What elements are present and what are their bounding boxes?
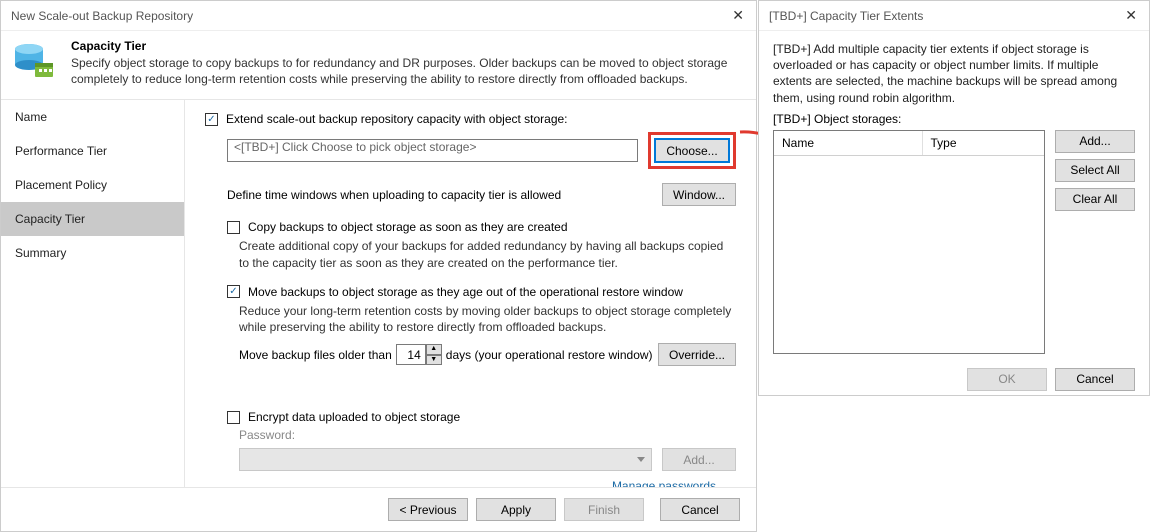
extents-dialog: [TBD+] Capacity Tier Extents ✕ [TBD+] Ad… xyxy=(758,0,1150,396)
extents-list[interactable]: Name Type xyxy=(773,130,1045,354)
move-checkbox-label: Move backups to object storage as they a… xyxy=(248,285,683,299)
move-description: Reduce your long-term retention costs by… xyxy=(239,303,736,335)
nav-item-performance-tier[interactable]: Performance Tier xyxy=(1,134,184,168)
window-button[interactable]: Window... xyxy=(662,183,736,206)
extents-close-icon[interactable]: ✕ xyxy=(1121,7,1141,24)
choose-button[interactable]: Choose... xyxy=(655,139,729,162)
wizard-header: Capacity Tier Specify object storage to … xyxy=(1,31,756,100)
extents-cancel-button[interactable]: Cancel xyxy=(1055,368,1135,391)
nav-item-capacity-tier[interactable]: Capacity Tier xyxy=(1,202,184,236)
nav-item-placement-policy[interactable]: Placement Policy xyxy=(1,168,184,202)
capacity-tier-icon xyxy=(13,39,57,83)
select-all-button[interactable]: Select All xyxy=(1055,159,1135,182)
copy-checkbox[interactable]: ✓ xyxy=(227,221,240,234)
wizard-footer: < Previous Apply Finish Cancel xyxy=(1,487,756,531)
extents-window-title: [TBD+] Capacity Tier Extents xyxy=(769,9,923,23)
add-extent-button[interactable]: Add... xyxy=(1055,130,1135,153)
copy-description: Create additional copy of your backups f… xyxy=(239,238,736,270)
password-label: Password: xyxy=(239,428,736,442)
cancel-button[interactable]: Cancel xyxy=(660,498,740,521)
days-down-icon[interactable]: ▼ xyxy=(426,355,442,366)
extents-list-label: [TBD+] Object storages: xyxy=(759,112,1149,130)
titlebar: New Scale-out Backup Repository ✕ xyxy=(1,1,756,31)
extents-ok-button: OK xyxy=(967,368,1047,391)
days-up-icon[interactable]: ▲ xyxy=(426,344,442,355)
nav-item-summary[interactable]: Summary xyxy=(1,236,184,270)
encrypt-checkbox[interactable]: ✓ xyxy=(227,411,240,424)
move-older-suffix: days (your operational restore window) xyxy=(446,348,653,362)
column-name[interactable]: Name xyxy=(774,131,923,155)
extents-list-header: Name Type xyxy=(774,131,1044,156)
choose-button-highlight: Choose... xyxy=(648,132,736,169)
clear-all-button[interactable]: Clear All xyxy=(1055,188,1135,211)
window-title: New Scale-out Backup Repository xyxy=(11,9,193,23)
apply-button[interactable]: Apply xyxy=(476,498,556,521)
wizard-content: ✓ Extend scale-out backup repository cap… xyxy=(185,100,756,488)
extend-checkbox-label: Extend scale-out backup repository capac… xyxy=(226,112,568,126)
override-button[interactable]: Override... xyxy=(658,343,736,366)
move-older-prefix: Move backup files older than xyxy=(239,348,392,362)
days-input[interactable] xyxy=(396,344,426,365)
object-storage-field[interactable]: <[TBD+] Click Choose to pick object stor… xyxy=(227,139,638,162)
move-checkbox[interactable]: ✓ xyxy=(227,285,240,298)
time-window-label: Define time windows when uploading to ca… xyxy=(227,188,662,202)
extents-titlebar: [TBD+] Capacity Tier Extents ✕ xyxy=(759,1,1149,31)
wizard-nav: Name Performance Tier Placement Policy C… xyxy=(1,100,185,488)
add-password-button: Add... xyxy=(662,448,736,471)
wizard-dialog: New Scale-out Backup Repository ✕ Capaci… xyxy=(0,0,757,532)
encrypt-checkbox-label: Encrypt data uploaded to object storage xyxy=(248,410,460,424)
close-icon[interactable]: ✕ xyxy=(728,7,748,24)
copy-checkbox-label: Copy backups to object storage as soon a… xyxy=(248,220,568,234)
previous-button[interactable]: < Previous xyxy=(388,498,468,521)
nav-item-name[interactable]: Name xyxy=(1,100,184,134)
column-type[interactable]: Type xyxy=(923,131,1045,155)
finish-button: Finish xyxy=(564,498,644,521)
wizard-description: Specify object storage to copy backups t… xyxy=(71,55,744,87)
password-select xyxy=(239,448,652,471)
extents-description: [TBD+] Add multiple capacity tier extent… xyxy=(759,31,1149,112)
days-stepper[interactable]: ▲ ▼ xyxy=(396,344,442,365)
extend-checkbox[interactable]: ✓ xyxy=(205,113,218,126)
wizard-heading: Capacity Tier xyxy=(71,39,744,53)
